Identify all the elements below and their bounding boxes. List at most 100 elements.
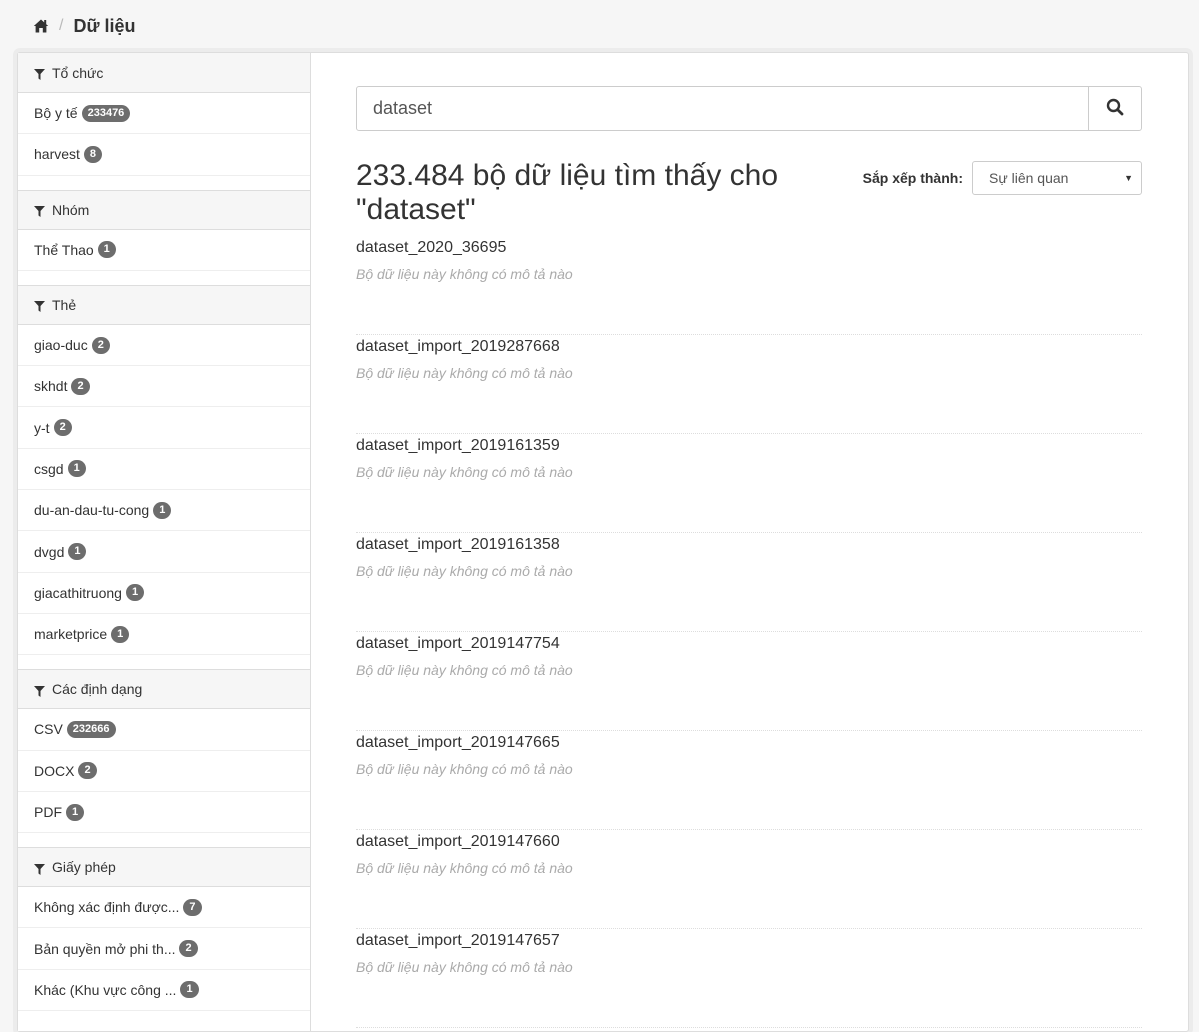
- search-box: [356, 86, 1142, 131]
- facet-item[interactable]: dvgd 1: [18, 531, 310, 573]
- facet-item-label: CSV: [34, 721, 63, 738]
- facet-item-label: giao-duc: [34, 337, 88, 354]
- sort-select[interactable]: Sự liên quan ▼: [972, 161, 1142, 195]
- filter-icon: [34, 67, 45, 80]
- facet-formats: Các định dạng CSV 232666 DOCX 2 PDF 1: [18, 669, 310, 847]
- facet-heading: Nhóm: [18, 189, 310, 230]
- facet-item-label: marketprice: [34, 626, 108, 643]
- sort-selected-value: Sự liên quan: [989, 170, 1069, 186]
- count-badge: 1: [111, 625, 130, 643]
- count-badge: 1: [125, 584, 145, 602]
- facet-list: Thể Thao 1: [18, 230, 310, 285]
- list-item: dataset_import_2019161358 Bộ dữ liệu này…: [356, 533, 1142, 632]
- facet-item[interactable]: giacathitruong 1: [18, 573, 310, 614]
- facet-item-label: Thể Thao: [34, 241, 94, 258]
- filter-icon: [34, 299, 45, 313]
- facet-title: Tổ chức: [52, 64, 104, 81]
- facet-item[interactable]: DOCX 2: [18, 751, 310, 792]
- facet-item[interactable]: du-an-dau-tu-cong 1: [18, 490, 310, 532]
- dataset-title-link[interactable]: dataset_import_2019147754: [356, 634, 1142, 658]
- content-wrapper: Tổ chức Bộ y tế 233476 harvest 8 Nhóm Thể …: [17, 52, 1189, 1032]
- dataset-description: Bộ dữ liệu này không có mô tả nào: [356, 563, 573, 579]
- dataset-description: Bộ dữ liệu này không có mô tả nào: [356, 860, 573, 876]
- results-list: dataset_2020_36695 Bộ dữ liệu này không …: [356, 236, 1142, 1028]
- list-item: dataset_import_2019287668 Bộ dữ liệu này…: [356, 335, 1142, 434]
- sort-label: Sắp xếp thành:: [862, 170, 963, 186]
- facet-item-label: Khác (Khu vực công ...: [34, 981, 177, 998]
- facet-item-label: y-t: [34, 419, 50, 436]
- count-badge: 2: [179, 940, 198, 958]
- search-button[interactable]: [1088, 87, 1141, 130]
- facet-heading: Giấy phép: [18, 847, 310, 888]
- count-badge: 2: [71, 377, 90, 395]
- facet-list: CSV 232666 DOCX 2 PDF 1: [18, 709, 310, 847]
- results-heading: 233.484 bộ dữ liệu tìm thấy cho "dataset…: [356, 159, 779, 226]
- filter-icon: [34, 204, 45, 218]
- facet-item[interactable]: harvest 8: [18, 134, 310, 176]
- facet-list: Bộ y tế 233476 harvest 8: [18, 93, 310, 190]
- facet-item[interactable]: CSV 232666: [18, 709, 310, 751]
- facet-item-label: giacathitruong: [34, 584, 122, 601]
- search-icon: [1106, 98, 1124, 119]
- facet-heading: Tổ chức: [18, 53, 310, 93]
- facet-item[interactable]: marketprice 1: [18, 614, 310, 656]
- dataset-description: Bộ dữ liệu này không có mô tả nào: [356, 761, 573, 777]
- facet-item-label: DOCX: [34, 762, 75, 779]
- facet-licenses: Giấy phép Không xác định được... 7 Bản qu…: [18, 847, 310, 1025]
- count-badge: 2: [78, 762, 97, 780]
- search-input[interactable]: [357, 87, 1088, 130]
- dataset-title-link[interactable]: dataset_import_2019147660: [356, 832, 1142, 856]
- list-item: dataset_import_2019147754 Bộ dữ liệu này…: [356, 632, 1142, 731]
- facet-title: Giấy phép: [52, 859, 116, 876]
- facet-item[interactable]: skhdt 2: [18, 366, 310, 408]
- count-badge: 1: [97, 241, 116, 259]
- list-item: dataset_import_2019161359 Bộ dữ liệu này…: [356, 434, 1142, 533]
- dataset-title-link[interactable]: dataset_2020_36695: [356, 238, 1142, 262]
- breadcrumb-current[interactable]: Dữ liệu: [73, 16, 135, 37]
- facet-heading: Thẻ: [18, 284, 310, 325]
- facet-item-label: dvgd: [34, 543, 65, 560]
- count-badge: 1: [68, 543, 87, 561]
- facet-organization: Tổ chức Bộ y tế 233476 harvest 8: [18, 53, 310, 190]
- facet-item[interactable]: Không xác định được... 7: [18, 887, 310, 929]
- facet-item[interactable]: Khác (Khu vực công ... 1: [18, 970, 310, 1012]
- facet-item-label: Không xác định được...: [34, 899, 180, 916]
- count-badge: 1: [180, 981, 199, 999]
- facet-group: Nhóm Thể Thao 1: [18, 189, 310, 285]
- count-badge: 8: [83, 145, 103, 163]
- filter-icon: [34, 862, 45, 875]
- facet-sidebar: Tổ chức Bộ y tế 233476 harvest 8 Nhóm Thể …: [18, 53, 311, 1031]
- list-item: dataset_import_2019147657 Bộ dữ liệu này…: [356, 929, 1142, 1028]
- facet-item-label: PDF: [34, 804, 62, 820]
- breadcrumb: / Dữ liệu: [33, 14, 136, 38]
- count-badge: 1: [153, 501, 172, 519]
- dataset-description: Bộ dữ liệu này không có mô tả nào: [356, 464, 573, 480]
- facet-item[interactable]: PDF 1: [18, 792, 310, 834]
- facet-list: Không xác định được... 7 Bản quyền mở phi…: [18, 887, 310, 1025]
- facet-title: Nhóm: [52, 201, 90, 218]
- dataset-title-link[interactable]: dataset_import_2019161359: [356, 436, 1142, 460]
- count-badge: 2: [91, 336, 110, 354]
- facet-item[interactable]: Bộ y tế 233476: [18, 93, 310, 135]
- count-badge: 2: [53, 419, 72, 437]
- count-badge: 232666: [66, 720, 116, 738]
- facet-item-label: csgd: [34, 460, 64, 477]
- facet-item[interactable]: Bản quyền mở phi th... 2: [18, 928, 310, 970]
- facet-heading: Các định dạng: [18, 669, 310, 710]
- chevron-down-icon: ▼: [1124, 173, 1133, 183]
- dataset-title-link[interactable]: dataset_import_2019161358: [356, 535, 1142, 559]
- dataset-title-link[interactable]: dataset_import_2019147665: [356, 733, 1142, 757]
- facet-item-label: Bộ y tế: [34, 105, 78, 122]
- filter-icon: [34, 684, 45, 697]
- facet-item[interactable]: Thể Thao 1: [18, 230, 310, 271]
- dataset-title-link[interactable]: dataset_import_2019287668: [356, 337, 1142, 361]
- facet-item[interactable]: y-t 2: [18, 407, 310, 449]
- dataset-description: Bộ dữ liệu này không có mô tả nào: [356, 959, 573, 975]
- count-badge: 233476: [81, 104, 131, 122]
- home-icon[interactable]: [33, 18, 49, 34]
- dataset-description: Bộ dữ liệu này không có mô tả nào: [356, 266, 573, 282]
- dataset-title-link[interactable]: dataset_import_2019147657: [356, 931, 1142, 955]
- facet-item[interactable]: csgd 1: [18, 449, 310, 491]
- facet-item[interactable]: giao-duc 2: [18, 325, 310, 367]
- count-badge: 1: [66, 803, 85, 821]
